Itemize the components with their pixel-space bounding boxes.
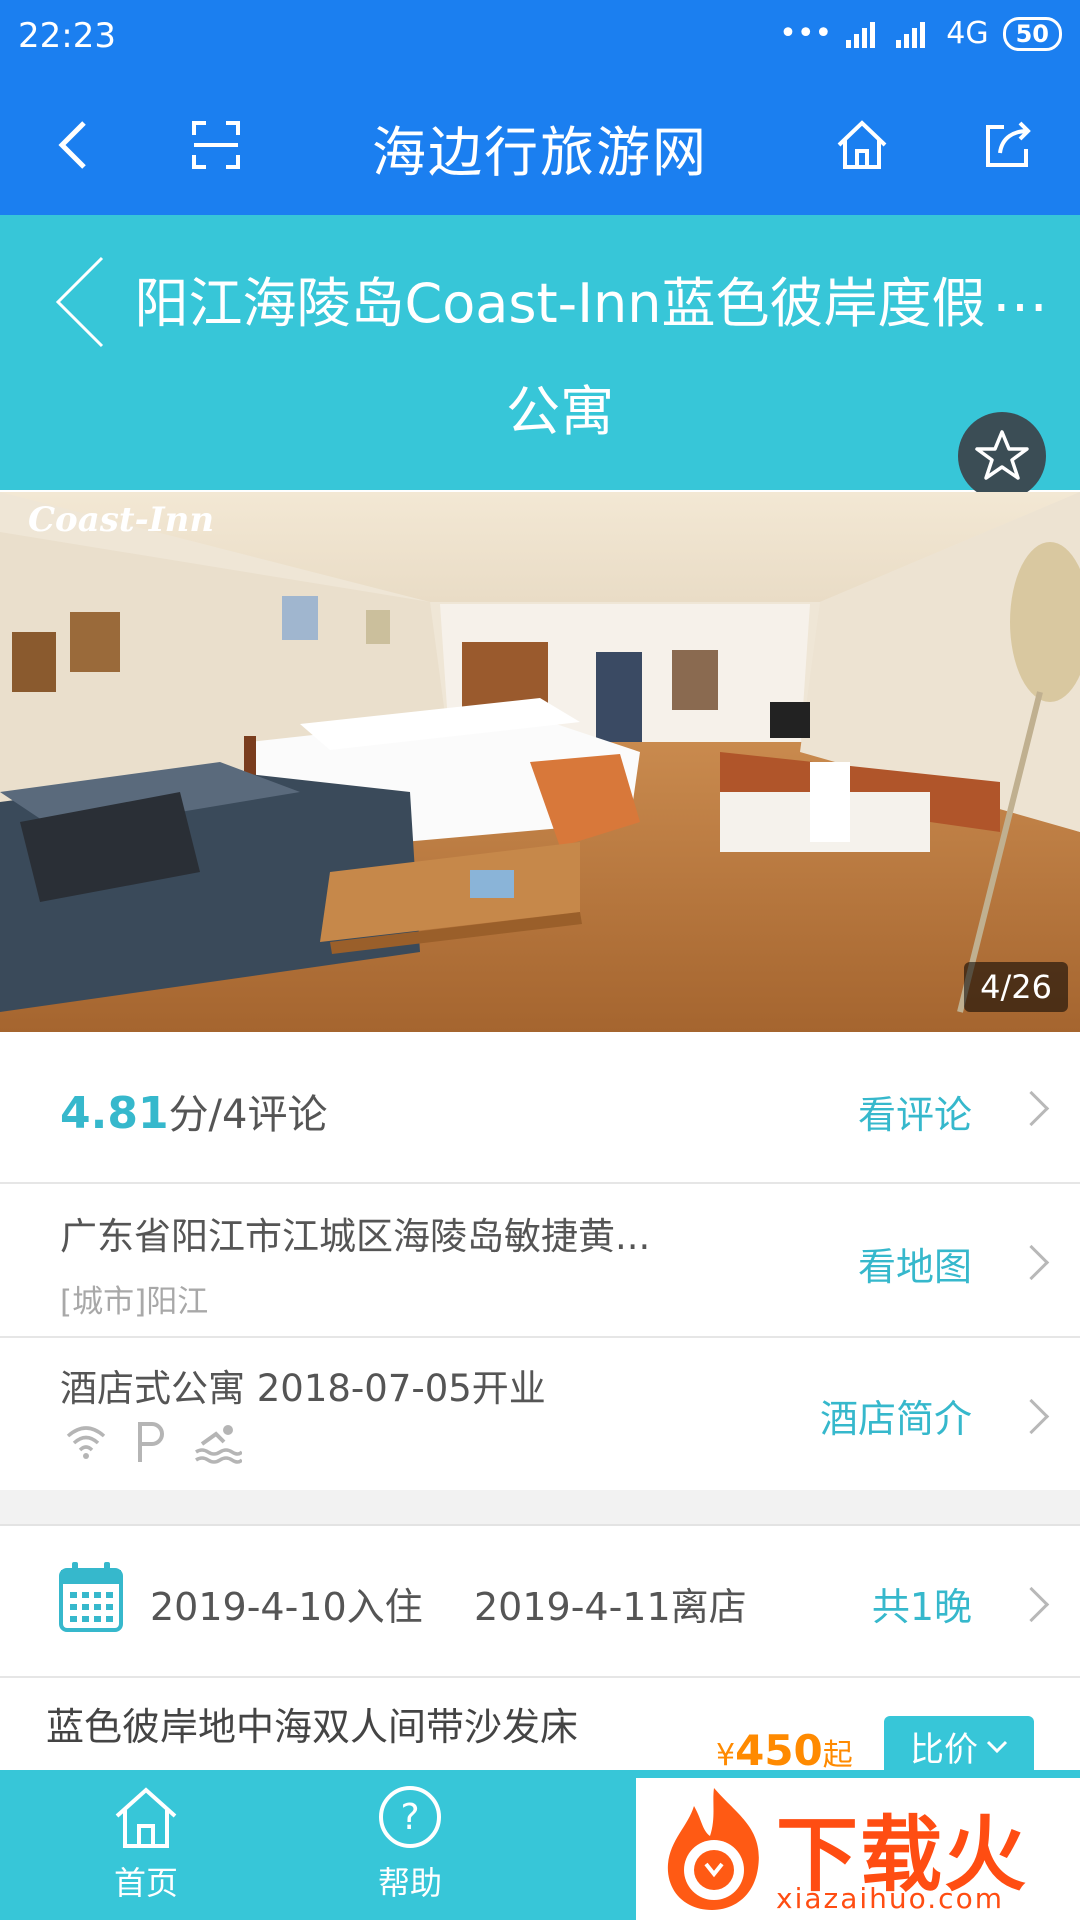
chevron-right-icon (1013, 1586, 1050, 1623)
photo-counter: 4/26 (964, 962, 1068, 1012)
rating-row[interactable]: 4.81分/4评论 看评论 (0, 1032, 1080, 1184)
svg-text:?: ? (400, 1797, 419, 1838)
chevron-down-icon (986, 1740, 1008, 1754)
status-time: 22:23 (18, 16, 116, 56)
favorite-button[interactable] (958, 412, 1046, 500)
price-currency: ¥ (716, 1738, 736, 1773)
tab-home-label: 首页 (113, 1864, 178, 1902)
room-name: 蓝色彼岸地中海双人间带沙发床 (46, 1705, 579, 1749)
chevron-left-icon (55, 256, 104, 348)
hotel-intro-link[interactable]: 酒店简介 (820, 1388, 972, 1443)
flame-logo-icon (667, 1788, 759, 1910)
more-button[interactable]: … (992, 260, 1052, 325)
watermark: 下载火 xiazaihuo.com (636, 1778, 1080, 1920)
compare-price-button[interactable]: 比价 (884, 1716, 1034, 1776)
wifi-icon (66, 1426, 106, 1459)
chevron-right-icon (1013, 1244, 1050, 1281)
intro-row[interactable]: 酒店式公寓 2018-07-05开业 酒店简介 (0, 1338, 1080, 1492)
room-row[interactable]: 蓝色彼岸地中海双人间带沙发床 ¥450起 比价 (0, 1678, 1080, 1776)
view-map-link[interactable]: 看地图 (858, 1236, 972, 1291)
calendar-icon (59, 1562, 123, 1632)
section-separator (0, 1490, 1080, 1526)
amenities (64, 1420, 242, 1464)
rating-summary: 4.81分/4评论 (60, 1082, 328, 1140)
battery-level: 50 (1002, 16, 1062, 51)
dots-icon: ••• (779, 16, 833, 51)
hotel-type-opened: 酒店式公寓 2018-07-05开业 (60, 1367, 546, 1410)
chevron-right-icon (1013, 1398, 1050, 1435)
nav-title: 海边行旅游网 (372, 121, 708, 184)
tab-home[interactable]: 首页 (76, 1784, 216, 1904)
hotel-photo[interactable]: Coast-Inn (0, 492, 1080, 1032)
star-icon (975, 430, 1029, 480)
rating-score: 4.81 (60, 1088, 169, 1139)
address-line: 广东省阳江市江城区海陵岛敏捷黄... (60, 1215, 651, 1258)
address-row[interactable]: 广东省阳江市江城区海陵岛敏捷黄... [城市]阳江 看地图 (0, 1184, 1080, 1338)
home-icon (837, 120, 887, 169)
checkin-date: 2019-4-10入住 (150, 1585, 423, 1629)
photo-logo: Coast-Inn (28, 500, 215, 540)
home-icon (115, 1787, 177, 1848)
compare-label: 比价 (910, 1729, 978, 1770)
home-button[interactable] (822, 105, 902, 185)
address-city: [城市]阳江 (60, 1284, 209, 1320)
swimming-icon (195, 1425, 242, 1464)
title-back-button[interactable] (52, 254, 108, 354)
price-value: 450 (735, 1726, 823, 1775)
checkout-date: 2019-4-11离店 (474, 1585, 747, 1629)
tab-help[interactable]: ? 帮助 (340, 1784, 480, 1904)
status-indicators: ••• 4G 50 (779, 16, 1062, 51)
hotel-title: 阳江海陵岛Coast-Inn蓝色彼岸度假公寓 (134, 272, 986, 443)
price-suffix: 起 (822, 1738, 853, 1773)
watermark-url: xiazaihuo.com (776, 1882, 1004, 1915)
signal-icon (846, 21, 876, 48)
chevron-right-icon (1013, 1090, 1050, 1127)
tab-help-label: 帮助 (377, 1864, 442, 1902)
rating-suffix: 分/4评论 (168, 1092, 328, 1138)
share-icon (986, 121, 1031, 167)
dates-row[interactable]: 2019-4-10入住 2019-4-11离店 共1晚 (0, 1526, 1080, 1678)
help-icon: ? (379, 1786, 441, 1848)
room-price: ¥450起 (716, 1726, 853, 1775)
view-reviews-link[interactable]: 看评论 (858, 1084, 972, 1139)
nights-count[interactable]: 共1晚 (872, 1576, 972, 1631)
parking-icon (138, 1422, 164, 1462)
network-type: 4G (946, 16, 989, 51)
share-button[interactable] (968, 105, 1048, 185)
signal-icon-2 (896, 21, 926, 48)
room-photo-illustration (0, 492, 1080, 1032)
